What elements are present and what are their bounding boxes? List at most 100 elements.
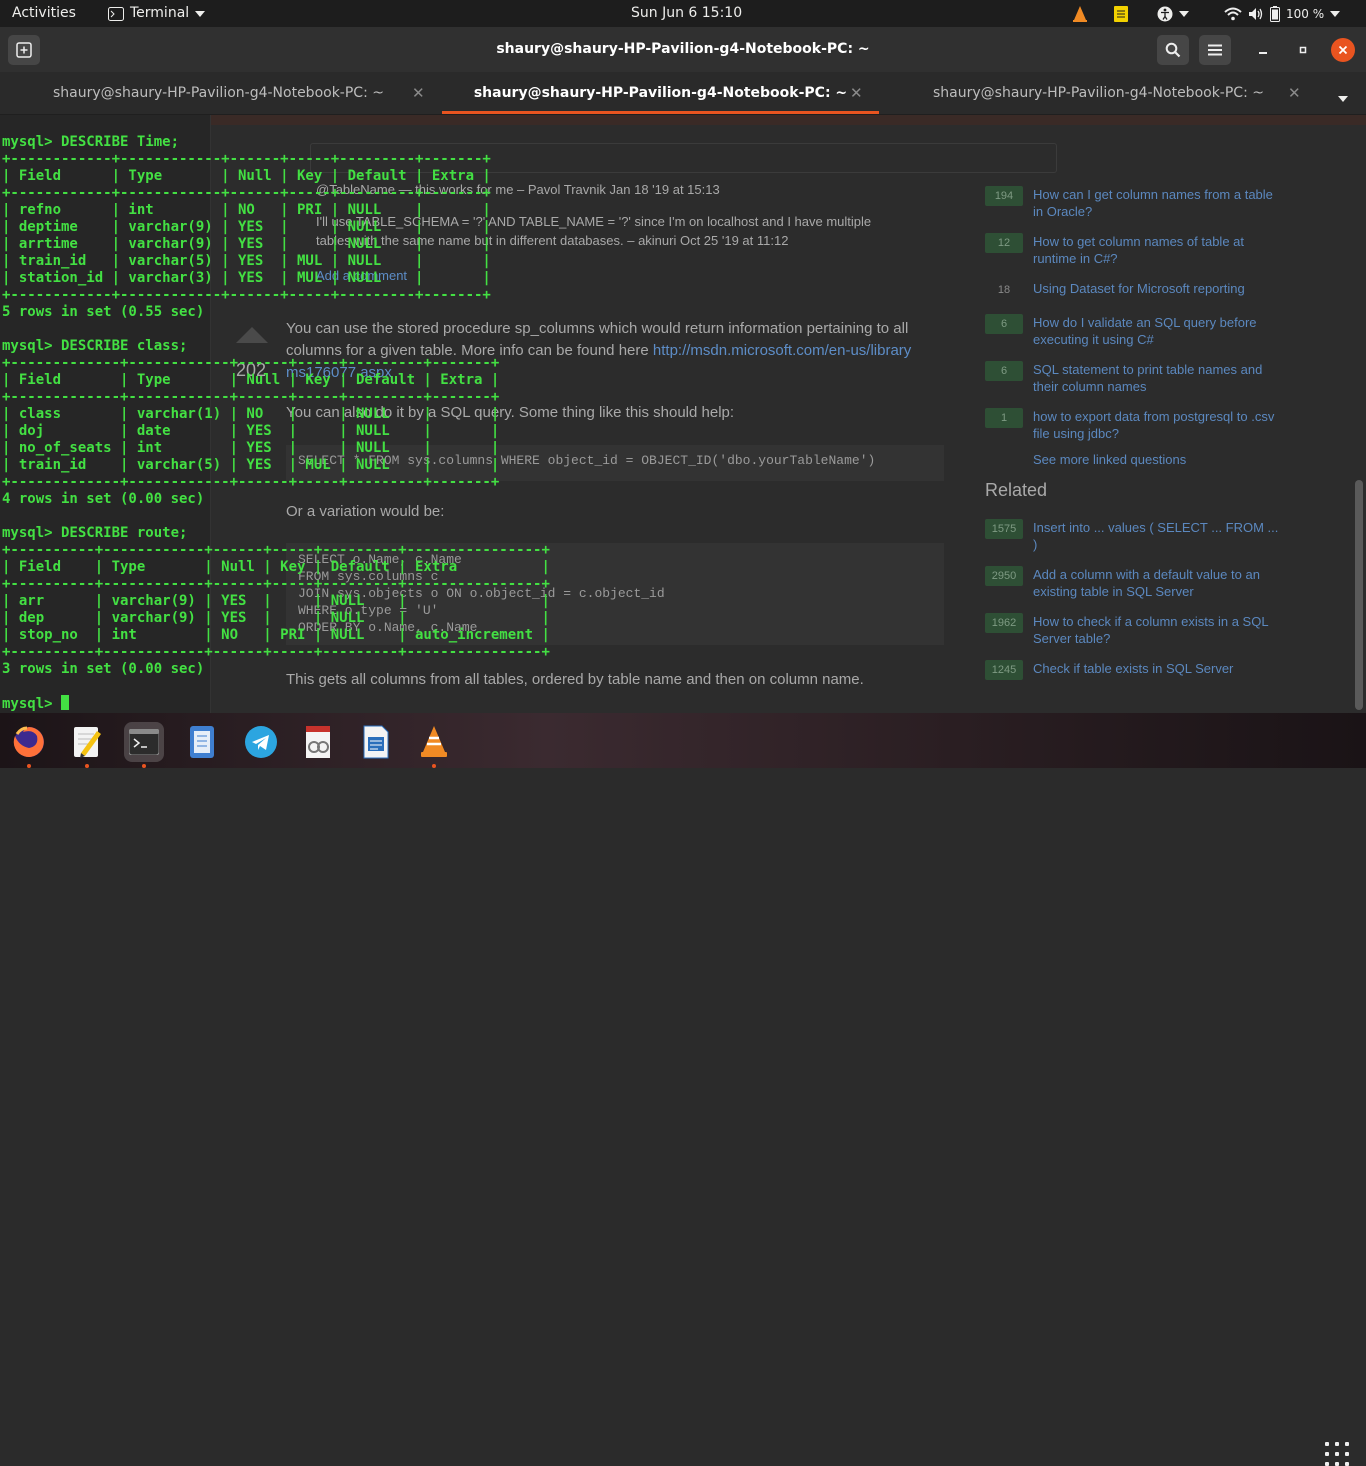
close-icon: [1338, 45, 1348, 55]
search-icon: [1165, 42, 1181, 58]
volume-icon: [1249, 7, 1263, 20]
vote-badge: 6: [985, 361, 1023, 381]
list-item: 6 SQL statement to print table names and …: [985, 352, 1285, 399]
maximize-icon: [1299, 46, 1307, 54]
activities-button[interactable]: Activities: [12, 0, 76, 27]
vlc-tray-icon[interactable]: [1072, 4, 1088, 23]
vote-badge: 12: [985, 233, 1023, 253]
terminal-line: mysql> DESCRIBE route;: [2, 525, 188, 541]
tab-label: shaury@shaury-HP-Pavilion-g4-Notebook-PC…: [473, 85, 848, 101]
terminal-line: mysql>: [2, 696, 62, 712]
question-link: How can I get column names from a table …: [1033, 187, 1273, 219]
tab-3[interactable]: shaury@shaury-HP-Pavilion-g4-Notebook-PC…: [880, 72, 1317, 114]
vote-badge: 18: [997, 284, 1011, 296]
terminal-line: | deptime | varchar(9) | YES | | NULL | …: [2, 219, 491, 235]
question-link: How do I validate an SQL query before ex…: [1033, 315, 1257, 347]
question-link: SQL statement to print table names and t…: [1033, 362, 1263, 394]
show-applications-icon[interactable]: [1325, 1442, 1349, 1466]
terminal-line: | no_of_seats | int | YES | | NULL | |: [2, 440, 500, 456]
chevron-down-icon: [1179, 10, 1189, 17]
terminal-line: +------------+------------+------+-----+…: [2, 287, 491, 303]
terminal-line: | refno | int | NO | PRI | NULL | |: [2, 202, 491, 218]
text-editor-icon[interactable]: [67, 722, 107, 768]
question-link: How to check if a column exists in a SQL…: [1033, 614, 1269, 646]
terminal-line: +----------+------------+------+-----+--…: [2, 576, 550, 592]
minimize-button[interactable]: [1251, 38, 1275, 62]
msdn-link: http://msdn.microsoft.com/en-us/library: [652, 342, 912, 359]
window-titlebar: shaury@shaury-HP-Pavilion-g4-Notebook-PC…: [0, 27, 1366, 72]
vote-badge: 6: [985, 314, 1023, 334]
tab-2[interactable]: shaury@shaury-HP-Pavilion-g4-Notebook-PC…: [442, 72, 879, 114]
terminal-line: +------------+------------+------+-----+…: [2, 185, 491, 201]
hamburger-menu-button[interactable]: [1199, 35, 1231, 65]
terminal-line: 4 rows in set (0.00 sec): [2, 491, 205, 507]
terminal-line: | train_id | varchar(5) | YES | MUL | NU…: [2, 253, 491, 269]
clock[interactable]: Sun Jun 6 15:10: [631, 0, 742, 27]
tab-label: shaury@shaury-HP-Pavilion-g4-Notebook-PC…: [53, 85, 384, 101]
vote-badge: 2950: [985, 566, 1023, 586]
app-menu[interactable]: Terminal: [108, 0, 206, 27]
list-item: 1 how to export data from postgresql to .…: [985, 399, 1285, 446]
notes-tray-icon[interactable]: [1114, 4, 1128, 23]
tab-1[interactable]: shaury@shaury-HP-Pavilion-g4-Notebook-PC…: [0, 72, 437, 114]
question-link: Check if table exists in SQL Server: [1033, 661, 1234, 676]
question-link: Using Dataset for Microsoft reporting: [1033, 281, 1245, 296]
terminal-area[interactable]: @TableName — this works for me – Pavol T…: [0, 115, 1366, 713]
terminal-app-icon: [108, 6, 124, 21]
terminal-line: | dep | varchar(9) | YES | | NULL | |: [2, 610, 550, 626]
terminal-line: | station_id | varchar(3) | YES | MUL | …: [2, 270, 491, 286]
telegram-icon[interactable]: [241, 722, 281, 762]
see-more-link: See more linked questions: [1033, 452, 1187, 467]
terminal-line: | doj | date | YES | | NULL | |: [2, 423, 500, 439]
tab-bar: shaury@shaury-HP-Pavilion-g4-Notebook-PC…: [0, 72, 1366, 115]
wifi-icon: [1224, 7, 1242, 20]
terminal-line: mysql> DESCRIBE class;: [2, 338, 188, 354]
terminal-cursor: [61, 695, 70, 710]
terminal-line: 5 rows in set (0.55 sec): [2, 304, 205, 320]
chevron-down-icon: [195, 10, 206, 17]
close-tab-icon[interactable]: ✕: [1288, 72, 1301, 114]
list-item: 194 How can I get column names from a tab…: [985, 177, 1285, 224]
list-item: 12 How to get column names of table at ru…: [985, 224, 1285, 271]
list-item: 1575 Insert into ... values ( SELECT ... …: [985, 510, 1285, 557]
search-button[interactable]: [1157, 35, 1189, 65]
tabs-menu-button[interactable]: [1338, 90, 1348, 106]
terminal-line: | class | varchar(1) | NO | | NULL | |: [2, 406, 500, 422]
firefox-icon[interactable]: [9, 722, 49, 768]
list-item: 1962 How to check if a column exists in a…: [985, 604, 1285, 651]
close-button[interactable]: [1331, 38, 1355, 62]
accessibility-icon[interactable]: [1157, 4, 1189, 23]
writer-icon[interactable]: [356, 722, 396, 762]
vlc-icon[interactable]: [414, 722, 454, 768]
terminal-line: | arrtime | varchar(9) | YES | | NULL | …: [2, 236, 491, 252]
maximize-button[interactable]: [1291, 38, 1315, 62]
terminal-line: +-------------+------------+------+-----…: [2, 474, 500, 490]
related-heading: Related: [985, 480, 1048, 500]
running-indicator: [142, 764, 146, 768]
running-indicator: [85, 764, 89, 768]
chevron-down-icon: [1338, 96, 1348, 102]
battery-icon: [1270, 5, 1280, 22]
list-item: 1245 Check if table exists in SQL Server: [985, 651, 1285, 698]
scrollbar: [1355, 480, 1363, 710]
notes-icon[interactable]: [182, 722, 222, 762]
terminal-line: | stop_no | int | NO | PRI | NULL | auto…: [2, 627, 550, 643]
vote-badge: 1: [985, 408, 1023, 428]
terminal-line: +-------------+------------+------+-----…: [2, 389, 500, 405]
close-tab-icon[interactable]: ✕: [850, 72, 863, 114]
list-item: 18 Using Dataset for Microsoft reporting: [985, 271, 1285, 305]
system-menu[interactable]: 100 %: [1224, 4, 1341, 23]
terminal-line: | Field | Type | Null | Key | Default | …: [2, 372, 500, 388]
terminal-line: | Field | Type | Null | Key | Default | …: [2, 559, 550, 575]
terminal-line: mysql> DESCRIBE Time;: [2, 134, 180, 150]
terminal-line: +-------------+------------+------+-----…: [2, 355, 500, 371]
terminal-output[interactable]: mysql> DESCRIBE Time; +------------+----…: [2, 134, 550, 713]
close-tab-icon[interactable]: ✕: [412, 72, 425, 114]
linked-questions: 194 How can I get column names from a tab…: [985, 177, 1285, 698]
vote-badge: 1245: [985, 660, 1023, 680]
dock: [0, 713, 1366, 1466]
chevron-down-icon: [1330, 10, 1341, 17]
document-viewer-icon[interactable]: [298, 722, 338, 762]
terminal-line: +------------+------------+------+-----+…: [2, 151, 491, 167]
terminal-icon[interactable]: [124, 722, 164, 768]
